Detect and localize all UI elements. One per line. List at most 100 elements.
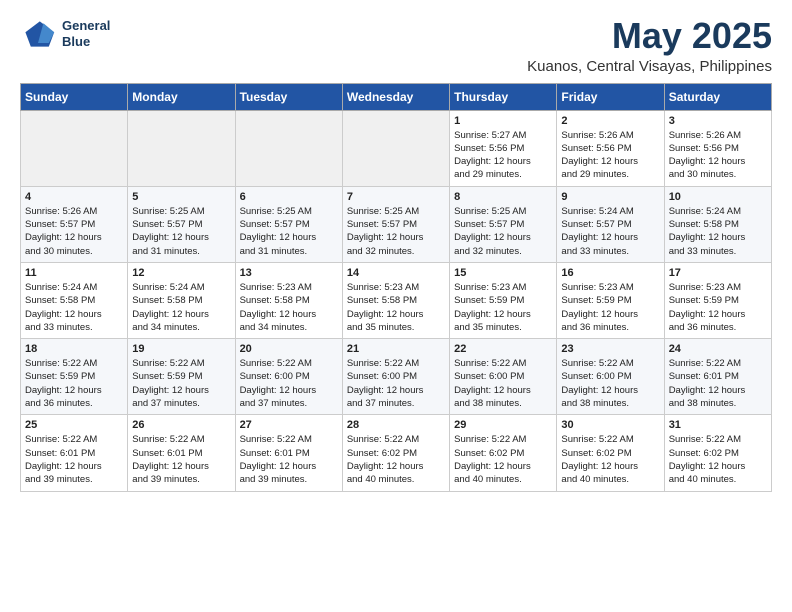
col-header-wednesday: Wednesday: [342, 83, 449, 110]
cell-w3d2: 12Sunrise: 5:24 AM Sunset: 5:58 PM Dayli…: [128, 262, 235, 338]
day-number: 19: [132, 343, 230, 355]
cell-w5d4: 28 Sunrise: 5:22 AM Sunset: 6:02 PM Dayli…: [342, 415, 449, 491]
cell-w2d5: 8Sunrise: 5:25 AM Sunset: 5:57 PM Daylig…: [450, 186, 557, 262]
cell-w2d7: 10 Sunrise: 5:24 AM Sunset: 5:58 PM Dayli…: [664, 186, 771, 262]
day-number: 4: [25, 191, 123, 203]
day-number: 16: [561, 267, 659, 279]
day-number: 17: [669, 267, 767, 279]
day-info: Sunrise: 5:24 AM Sunset: 5:57 PM Dayligh…: [561, 205, 659, 258]
day-info: Sunrise: 5:24 AM Sunset: 5:58 PM Dayligh…: [132, 281, 230, 334]
day-info: Sunrise: 5:24 AM Sunset: 5:58 PM Dayligh…: [25, 281, 123, 334]
day-number: 8: [454, 191, 552, 203]
day-info: Sunrise: 5:22 AM Sunset: 6:01 PM Dayligh…: [132, 433, 230, 486]
day-number: 27: [240, 419, 338, 431]
logo-line1: General: [62, 18, 110, 34]
day-info: Sunrise: 5:22 AM Sunset: 6:00 PM Dayligh…: [561, 357, 659, 410]
cell-w5d3: 27 Sunrise: 5:22 AM Sunset: 6:01 PM Dayli…: [235, 415, 342, 491]
col-header-monday: Monday: [128, 83, 235, 110]
day-info: Sunrise: 5:25 AM Sunset: 5:57 PM Dayligh…: [347, 205, 445, 258]
day-info: Sunrise: 5:24 AM Sunset: 5:58 PM Dayligh…: [669, 205, 767, 258]
day-info: Sunrise: 5:26 AM Sunset: 5:56 PM Dayligh…: [669, 129, 767, 182]
day-number: 1: [454, 115, 552, 127]
cell-w4d7: 24 Sunrise: 5:22 AM Sunset: 6:01 PM Dayli…: [664, 339, 771, 415]
day-info: Sunrise: 5:26 AM Sunset: 5:57 PM Dayligh…: [25, 205, 123, 258]
week-row-3: 11 Sunrise: 5:24 AM Sunset: 5:58 PM Dayli…: [21, 262, 772, 338]
day-number: 14: [347, 267, 445, 279]
cell-w5d6: 30 Sunrise: 5:22 AM Sunset: 6:02 PM Dayli…: [557, 415, 664, 491]
cell-w3d7: 17 Sunrise: 5:23 AM Sunset: 5:59 PM Dayli…: [664, 262, 771, 338]
day-number: 24: [669, 343, 767, 355]
cell-w4d4: 21 Sunrise: 5:22 AM Sunset: 6:00 PM Dayli…: [342, 339, 449, 415]
day-info: Sunrise: 5:22 AM Sunset: 5:59 PM Dayligh…: [132, 357, 230, 410]
logo-line2: Blue: [62, 34, 110, 50]
day-info: Sunrise: 5:23 AM Sunset: 5:58 PM Dayligh…: [240, 281, 338, 334]
cell-w4d3: 20 Sunrise: 5:22 AM Sunset: 6:00 PM Dayli…: [235, 339, 342, 415]
cell-w2d4: 7 Sunrise: 5:25 AM Sunset: 5:57 PM Daylig…: [342, 186, 449, 262]
cell-w3d5: 15Sunrise: 5:23 AM Sunset: 5:59 PM Dayli…: [450, 262, 557, 338]
col-header-tuesday: Tuesday: [235, 83, 342, 110]
cell-w4d1: 18Sunrise: 5:22 AM Sunset: 5:59 PM Dayli…: [21, 339, 128, 415]
header-row: SundayMondayTuesdayWednesdayThursdayFrid…: [21, 83, 772, 110]
cell-w5d2: 26Sunrise: 5:22 AM Sunset: 6:01 PM Dayli…: [128, 415, 235, 491]
cell-w1d3: [235, 110, 342, 186]
day-number: 2: [561, 115, 659, 127]
day-info: Sunrise: 5:22 AM Sunset: 6:00 PM Dayligh…: [240, 357, 338, 410]
logo-icon: [20, 16, 56, 52]
day-number: 29: [454, 419, 552, 431]
day-info: Sunrise: 5:25 AM Sunset: 5:57 PM Dayligh…: [132, 205, 230, 258]
day-info: Sunrise: 5:23 AM Sunset: 5:58 PM Dayligh…: [347, 281, 445, 334]
cell-w4d5: 22Sunrise: 5:22 AM Sunset: 6:00 PM Dayli…: [450, 339, 557, 415]
day-info: Sunrise: 5:22 AM Sunset: 6:01 PM Dayligh…: [25, 433, 123, 486]
day-number: 28: [347, 419, 445, 431]
logo: General Blue: [20, 16, 110, 52]
day-number: 18: [25, 343, 123, 355]
cell-w2d6: 9Sunrise: 5:24 AM Sunset: 5:57 PM Daylig…: [557, 186, 664, 262]
week-row-4: 18 Sunrise: 5:22 AM Sunset: 5:59 PM Dayli…: [21, 339, 772, 415]
cell-w1d5: 1 Sunrise: 5:27 AM Sunset: 5:56 PM Daylig…: [450, 110, 557, 186]
week-row-5: 25 Sunrise: 5:22 AM Sunset: 6:01 PM Dayli…: [21, 415, 772, 491]
day-info: Sunrise: 5:22 AM Sunset: 6:02 PM Dayligh…: [669, 433, 767, 486]
cell-w5d1: 25 Sunrise: 5:22 AM Sunset: 6:01 PM Dayli…: [21, 415, 128, 491]
week-row-1: 1 Sunrise: 5:27 AM Sunset: 5:56 PM Daylig…: [21, 110, 772, 186]
cell-w2d3: 6Sunrise: 5:25 AM Sunset: 5:57 PM Daylig…: [235, 186, 342, 262]
main-title: May 2025: [527, 16, 772, 56]
col-header-saturday: Saturday: [664, 83, 771, 110]
day-number: 10: [669, 191, 767, 203]
day-number: 5: [132, 191, 230, 203]
day-info: Sunrise: 5:23 AM Sunset: 5:59 PM Dayligh…: [669, 281, 767, 334]
cell-w2d2: 5 Sunrise: 5:25 AM Sunset: 5:57 PM Daylig…: [128, 186, 235, 262]
col-header-friday: Friday: [557, 83, 664, 110]
cell-w1d4: [342, 110, 449, 186]
cell-w5d5: 29Sunrise: 5:22 AM Sunset: 6:02 PM Dayli…: [450, 415, 557, 491]
day-number: 15: [454, 267, 552, 279]
day-number: 21: [347, 343, 445, 355]
subtitle: Kuanos, Central Visayas, Philippines: [527, 58, 772, 75]
header: General Blue May 2025 Kuanos, Central Vi…: [20, 16, 772, 75]
day-info: Sunrise: 5:22 AM Sunset: 6:00 PM Dayligh…: [347, 357, 445, 410]
cell-w4d6: 23Sunrise: 5:22 AM Sunset: 6:00 PM Dayli…: [557, 339, 664, 415]
page: General Blue May 2025 Kuanos, Central Vi…: [0, 0, 792, 508]
col-header-thursday: Thursday: [450, 83, 557, 110]
day-info: Sunrise: 5:27 AM Sunset: 5:56 PM Dayligh…: [454, 129, 552, 182]
day-info: Sunrise: 5:26 AM Sunset: 5:56 PM Dayligh…: [561, 129, 659, 182]
col-header-sunday: Sunday: [21, 83, 128, 110]
cell-w5d7: 31 Sunrise: 5:22 AM Sunset: 6:02 PM Dayli…: [664, 415, 771, 491]
day-number: 7: [347, 191, 445, 203]
cell-w1d7: 3Sunrise: 5:26 AM Sunset: 5:56 PM Daylig…: [664, 110, 771, 186]
day-info: Sunrise: 5:22 AM Sunset: 6:02 PM Dayligh…: [347, 433, 445, 486]
cell-w1d6: 2 Sunrise: 5:26 AM Sunset: 5:56 PM Daylig…: [557, 110, 664, 186]
week-row-2: 4 Sunrise: 5:26 AM Sunset: 5:57 PM Daylig…: [21, 186, 772, 262]
day-info: Sunrise: 5:22 AM Sunset: 6:00 PM Dayligh…: [454, 357, 552, 410]
day-info: Sunrise: 5:22 AM Sunset: 6:01 PM Dayligh…: [240, 433, 338, 486]
day-number: 30: [561, 419, 659, 431]
logo-text: General Blue: [62, 18, 110, 49]
day-info: Sunrise: 5:22 AM Sunset: 6:01 PM Dayligh…: [669, 357, 767, 410]
day-number: 20: [240, 343, 338, 355]
day-info: Sunrise: 5:22 AM Sunset: 6:02 PM Dayligh…: [561, 433, 659, 486]
day-number: 31: [669, 419, 767, 431]
day-number: 25: [25, 419, 123, 431]
cell-w3d1: 11 Sunrise: 5:24 AM Sunset: 5:58 PM Dayli…: [21, 262, 128, 338]
day-number: 11: [25, 267, 123, 279]
day-info: Sunrise: 5:25 AM Sunset: 5:57 PM Dayligh…: [240, 205, 338, 258]
cell-w4d2: 19 Sunrise: 5:22 AM Sunset: 5:59 PM Dayli…: [128, 339, 235, 415]
